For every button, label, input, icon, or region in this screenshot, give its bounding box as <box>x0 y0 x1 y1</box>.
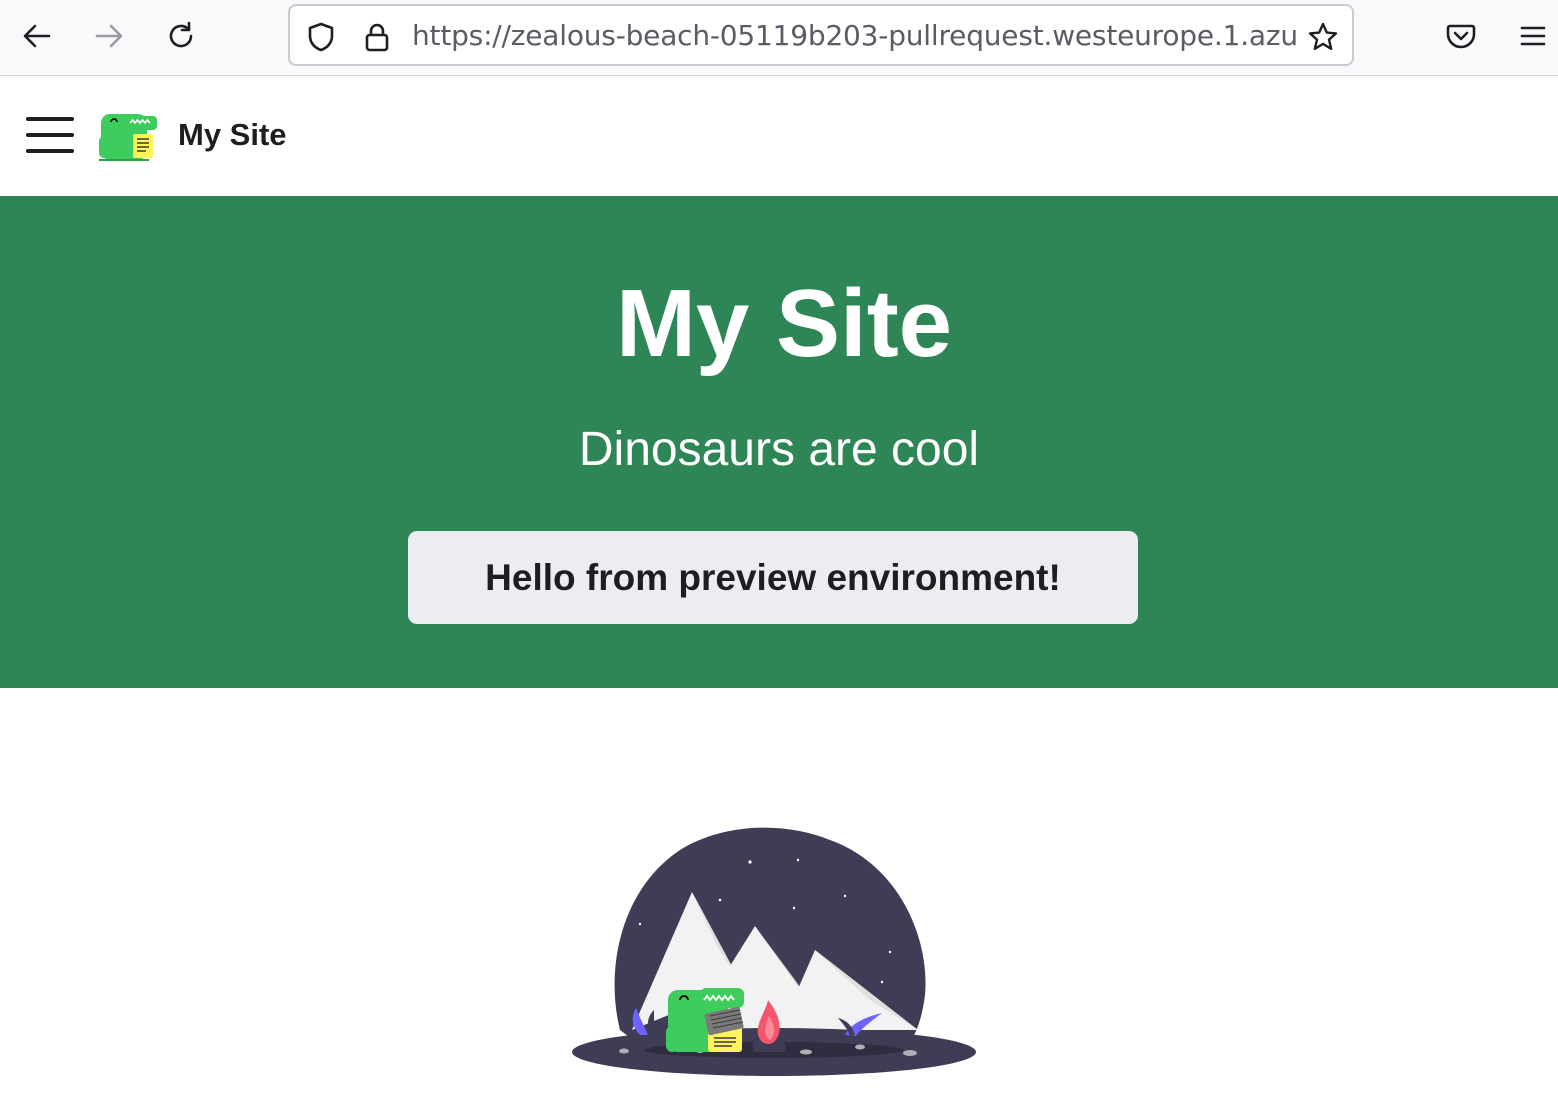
address-bar[interactable]: https://zealous-beach-05119b203-pullrequ… <box>288 4 1354 66</box>
back-button[interactable] <box>15 14 59 58</box>
hamburger-line <box>26 133 74 137</box>
hamburger-line <box>26 149 74 153</box>
navbar-brand-title[interactable]: My Site <box>178 117 287 153</box>
bookmark-star-icon[interactable] <box>1306 20 1340 54</box>
browser-toolbar: https://zealous-beach-05119b203-pullrequ… <box>0 0 1558 76</box>
mountain-dinosaur-illustration <box>572 827 976 1076</box>
app-menu-button[interactable] <box>1511 14 1555 58</box>
sidebar-toggle-button[interactable] <box>26 115 76 155</box>
pocket-button[interactable] <box>1439 14 1483 58</box>
pocket-icon <box>1446 24 1476 49</box>
url-text[interactable]: https://zealous-beach-05119b203-pullrequ… <box>412 19 1302 52</box>
lock-icon[interactable] <box>360 20 394 54</box>
shield-icon[interactable] <box>304 20 338 54</box>
hero-subtitle: Dinosaurs are cool <box>578 423 980 476</box>
dinosaur-logo-icon[interactable] <box>97 108 163 164</box>
site-navbar: My Site <box>0 77 1558 196</box>
forward-button[interactable] <box>87 14 131 58</box>
hero-banner: My Site Dinosaurs are cool Hello from pr… <box>0 196 1558 688</box>
arrow-left-icon <box>23 24 51 48</box>
hero-cta-button[interactable]: Hello from preview environment! <box>408 531 1138 624</box>
reload-icon <box>169 21 193 48</box>
reload-button[interactable] <box>159 14 203 58</box>
hero-title: My Site <box>615 270 953 377</box>
hamburger-line <box>26 117 74 121</box>
arrow-right-icon <box>95 24 123 48</box>
menu-icon <box>1520 26 1546 46</box>
